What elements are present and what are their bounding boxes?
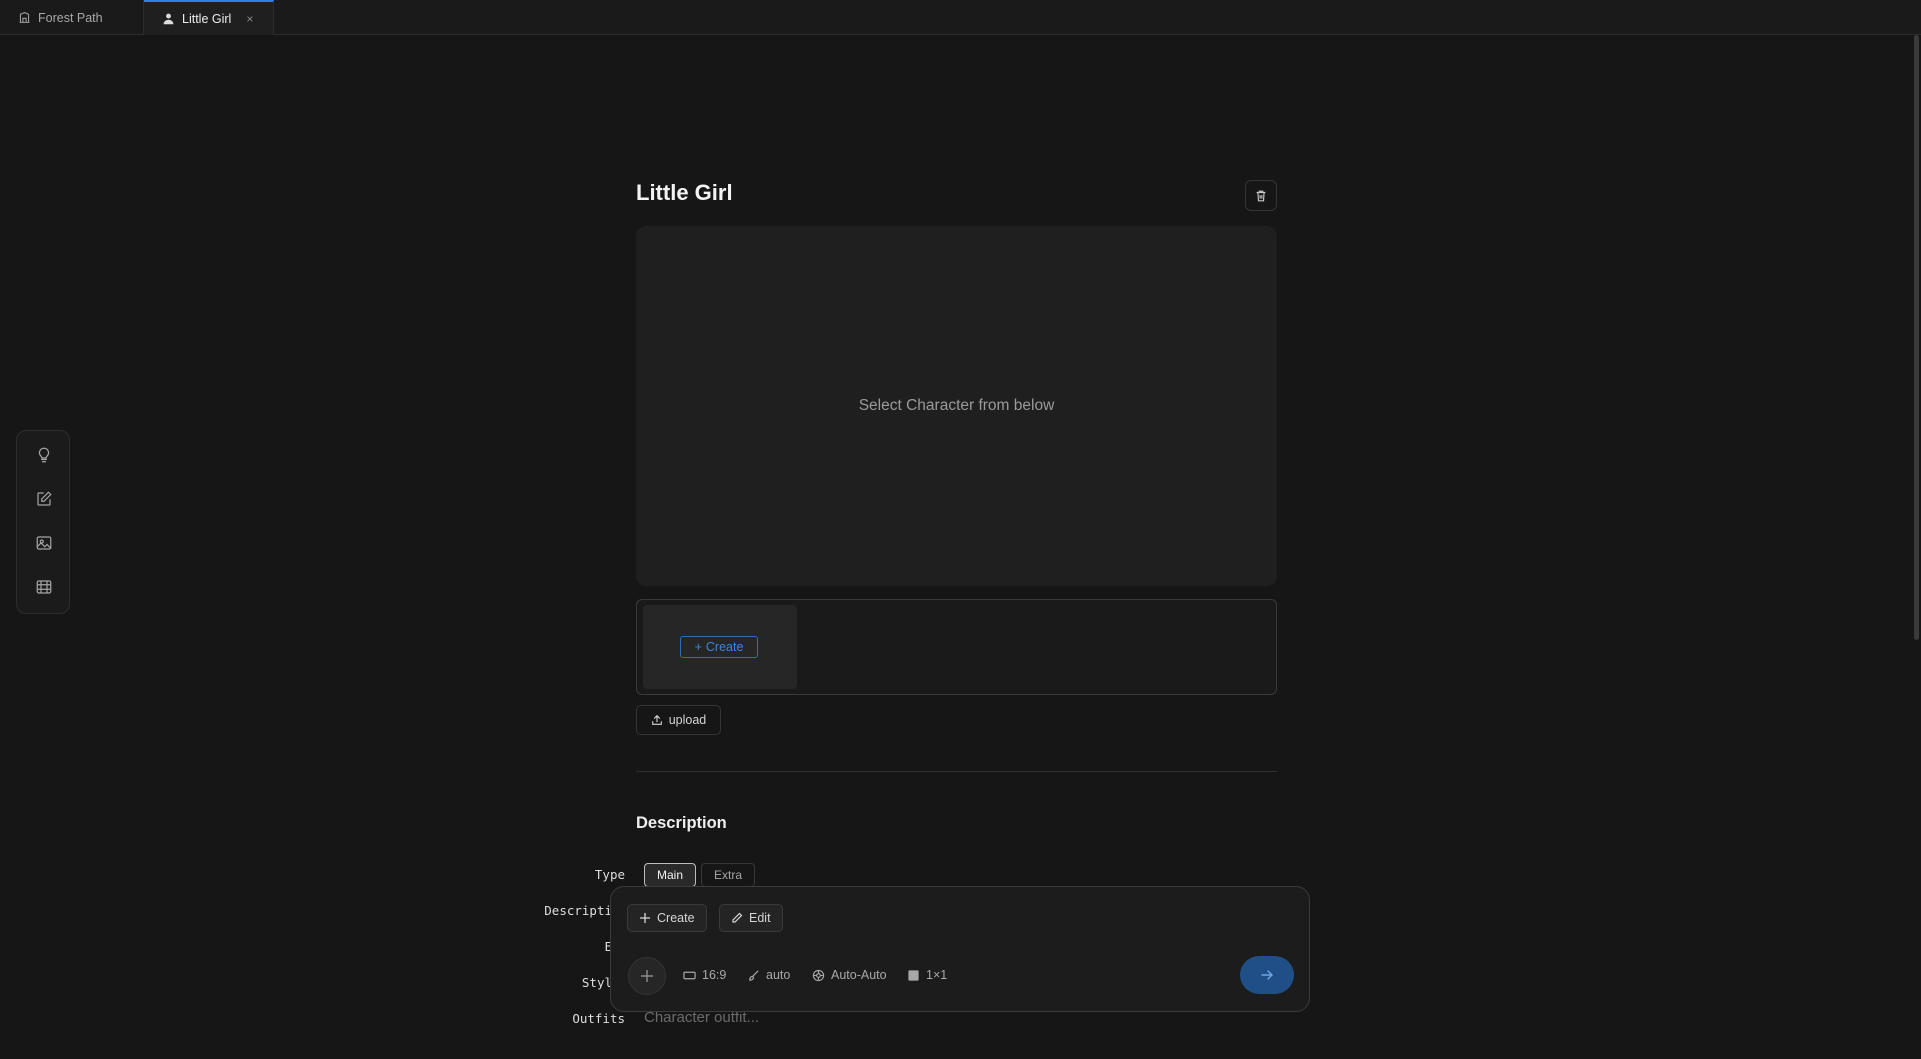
lightbulb-icon xyxy=(38,447,50,463)
scrollbar[interactable] xyxy=(1912,35,1921,1059)
outfits-label: Outfits xyxy=(572,1011,625,1026)
tab-forest-path[interactable]: Forest Path xyxy=(0,0,144,35)
brush-value: auto xyxy=(766,968,791,982)
edit-icon xyxy=(37,491,52,506)
square-icon xyxy=(908,969,919,981)
composer-create-button[interactable]: Create xyxy=(627,904,707,932)
prompt-composer: Create Edit 16:9 auto Auto-Auto 1×1 xyxy=(610,886,1310,1012)
aspect-ratio-icon xyxy=(683,971,696,979)
arrow-right-icon xyxy=(1261,970,1273,980)
tool-rail xyxy=(16,430,70,614)
edit-button[interactable] xyxy=(32,487,56,511)
model-icon xyxy=(812,969,825,981)
aspect-ratio-select[interactable]: 16:9 xyxy=(683,968,726,982)
trash-icon xyxy=(1256,190,1266,201)
character-strip: + Create xyxy=(636,599,1277,695)
upload-button[interactable]: upload xyxy=(636,705,721,735)
style-label: Styl xyxy=(581,975,612,990)
composer-edit-button[interactable]: Edit xyxy=(719,904,783,932)
grid-select[interactable]: 1×1 xyxy=(907,968,947,982)
building-icon xyxy=(19,12,30,23)
pencil-icon xyxy=(732,912,743,923)
tab-little-girl[interactable]: Little Girl × xyxy=(144,0,274,35)
aspect-ratio-value: 16:9 xyxy=(702,968,727,982)
character-preview: Select Character from below xyxy=(636,226,1277,586)
delete-button[interactable] xyxy=(1245,180,1277,211)
plus-icon: + xyxy=(694,640,702,654)
upload-label: upload xyxy=(668,713,707,727)
create-label: Create xyxy=(657,911,695,925)
type-label: Type xyxy=(594,867,625,882)
image-icon xyxy=(36,536,52,550)
close-icon[interactable]: × xyxy=(246,12,253,26)
description-label: Descripti xyxy=(544,903,612,918)
e-label: E xyxy=(604,939,612,954)
model-value: Auto-Auto xyxy=(831,968,887,982)
model-select[interactable]: Auto-Auto xyxy=(812,968,887,982)
scrollbar-thumb[interactable] xyxy=(1914,35,1919,640)
grid-value: 1×1 xyxy=(926,968,948,982)
type-extra-option[interactable]: Extra xyxy=(701,863,756,887)
user-icon xyxy=(163,13,174,25)
upload-icon xyxy=(651,714,662,725)
tab-bar: Forest Path Little Girl × xyxy=(0,0,1921,35)
tab-label: Little Girl xyxy=(182,11,232,26)
create-label: Create xyxy=(705,640,744,654)
brush-icon xyxy=(749,969,759,981)
create-character-button[interactable]: + Create xyxy=(680,636,758,658)
create-slot: + Create xyxy=(643,605,797,689)
page-title: Little Girl xyxy=(636,180,733,205)
send-button[interactable] xyxy=(1240,956,1294,994)
divider xyxy=(636,771,1277,772)
brush-select[interactable]: auto xyxy=(747,968,790,982)
edit-label: Edit xyxy=(749,911,771,925)
images-button[interactable] xyxy=(32,531,56,555)
description-title: Description xyxy=(636,814,727,832)
ideas-button[interactable] xyxy=(32,443,56,467)
plus-icon xyxy=(640,913,650,923)
plus-icon xyxy=(641,970,653,982)
tab-label: Forest Path xyxy=(38,10,103,25)
film-icon xyxy=(36,580,52,594)
video-button[interactable] xyxy=(32,575,56,599)
preview-placeholder: Select Character from below xyxy=(858,397,1055,414)
type-main-option[interactable]: Main xyxy=(644,863,697,887)
add-attachment-button[interactable] xyxy=(628,957,666,995)
